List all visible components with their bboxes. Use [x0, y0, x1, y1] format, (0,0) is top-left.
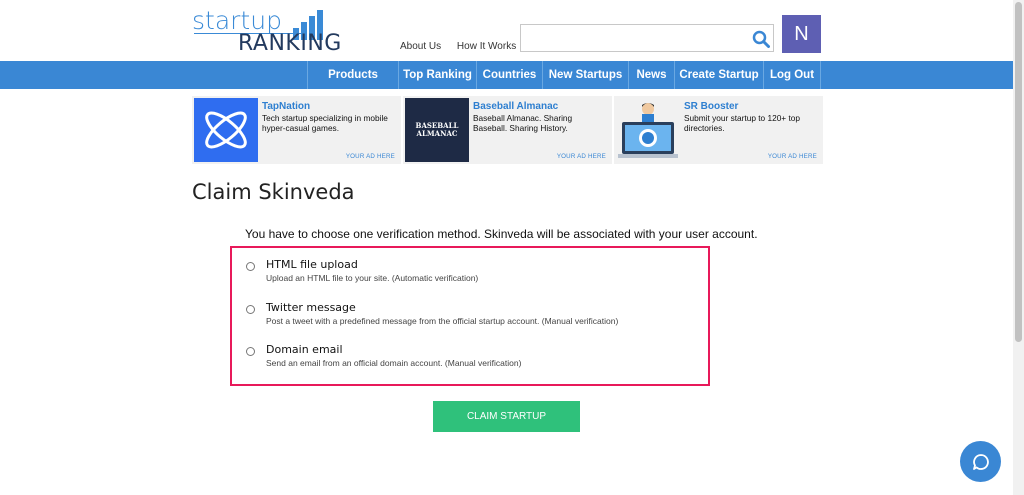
nav-item-top-ranking[interactable]: Top Ranking [398, 61, 476, 89]
ad-description: Submit your startup to 120+ top director… [684, 113, 800, 133]
scrollbar-thumb[interactable] [1015, 2, 1022, 342]
radio-button[interactable] [246, 347, 255, 356]
page-scrollbar[interactable] [1013, 0, 1024, 495]
top-links: About Us How It Works [400, 41, 529, 52]
radio-button[interactable] [246, 305, 255, 314]
intro-text: You have to choose one verification meth… [245, 227, 758, 241]
method-description: Send an email from an official domain ac… [266, 358, 522, 368]
ad-tapnation[interactable]: TapNation Tech startup specializing in m… [192, 96, 401, 164]
ad-description: Tech startup specializing in mobile hype… [262, 113, 388, 133]
search-input[interactable] [520, 24, 774, 52]
ad-title: Baseball Almanac [473, 101, 559, 112]
nav-item-new-startups[interactable]: New Startups [542, 61, 628, 89]
ad-sr-booster[interactable]: SR Booster Submit your startup to 120+ t… [614, 96, 823, 164]
ad-description: Baseball Almanac. Sharing Baseball. Shar… [473, 113, 573, 133]
ad-footer[interactable]: YOUR AD HERE [557, 153, 606, 160]
radio-button[interactable] [246, 262, 255, 271]
main-navbar: Products Top Ranking Countries New Start… [0, 61, 1013, 89]
nav-item-create-startup[interactable]: Create Startup [674, 61, 763, 89]
how-it-works-link[interactable]: How It Works [457, 41, 516, 52]
user-avatar[interactable]: N [782, 15, 821, 53]
ad-baseball-almanac[interactable]: BASEBALL ALMANAC Baseball Almanac Baseba… [403, 96, 612, 164]
ad-title: SR Booster [684, 101, 739, 112]
verification-methods-box: HTML file upload Upload an HTML file to … [230, 246, 710, 386]
claim-startup-button[interactable]: CLAIM STARTUP [433, 401, 580, 432]
search-icon[interactable] [752, 30, 770, 48]
nav-item-countries[interactable]: Countries [476, 61, 542, 89]
nav-item-products[interactable]: Products [307, 61, 398, 89]
ad-footer[interactable]: YOUR AD HERE [346, 153, 395, 160]
page-title: Claim Skinveda [192, 180, 355, 204]
logo-text-bottom: RANKING [238, 31, 342, 56]
method-title: Twitter message [266, 301, 356, 314]
about-us-link[interactable]: About Us [400, 41, 441, 52]
tapnation-logo-icon [194, 98, 258, 162]
ad-title: TapNation [262, 101, 311, 112]
sr-booster-laptop-icon [616, 98, 680, 162]
baseball-almanac-logo-icon: BASEBALL ALMANAC [405, 98, 469, 162]
nav-item-news[interactable]: News [628, 61, 674, 89]
method-description: Upload an HTML file to your site. (Autom… [266, 273, 479, 283]
method-title: HTML file upload [266, 258, 358, 271]
chat-button[interactable] [960, 441, 1001, 482]
method-description: Post a tweet with a predefined message f… [266, 316, 619, 326]
chat-bubble-icon [972, 453, 989, 470]
nav-item-log-out[interactable]: Log Out [763, 61, 821, 89]
method-title: Domain email [266, 343, 343, 356]
ad-footer[interactable]: YOUR AD HERE [768, 153, 817, 160]
startup-ranking-logo[interactable]: startup RANKING [192, 6, 342, 56]
